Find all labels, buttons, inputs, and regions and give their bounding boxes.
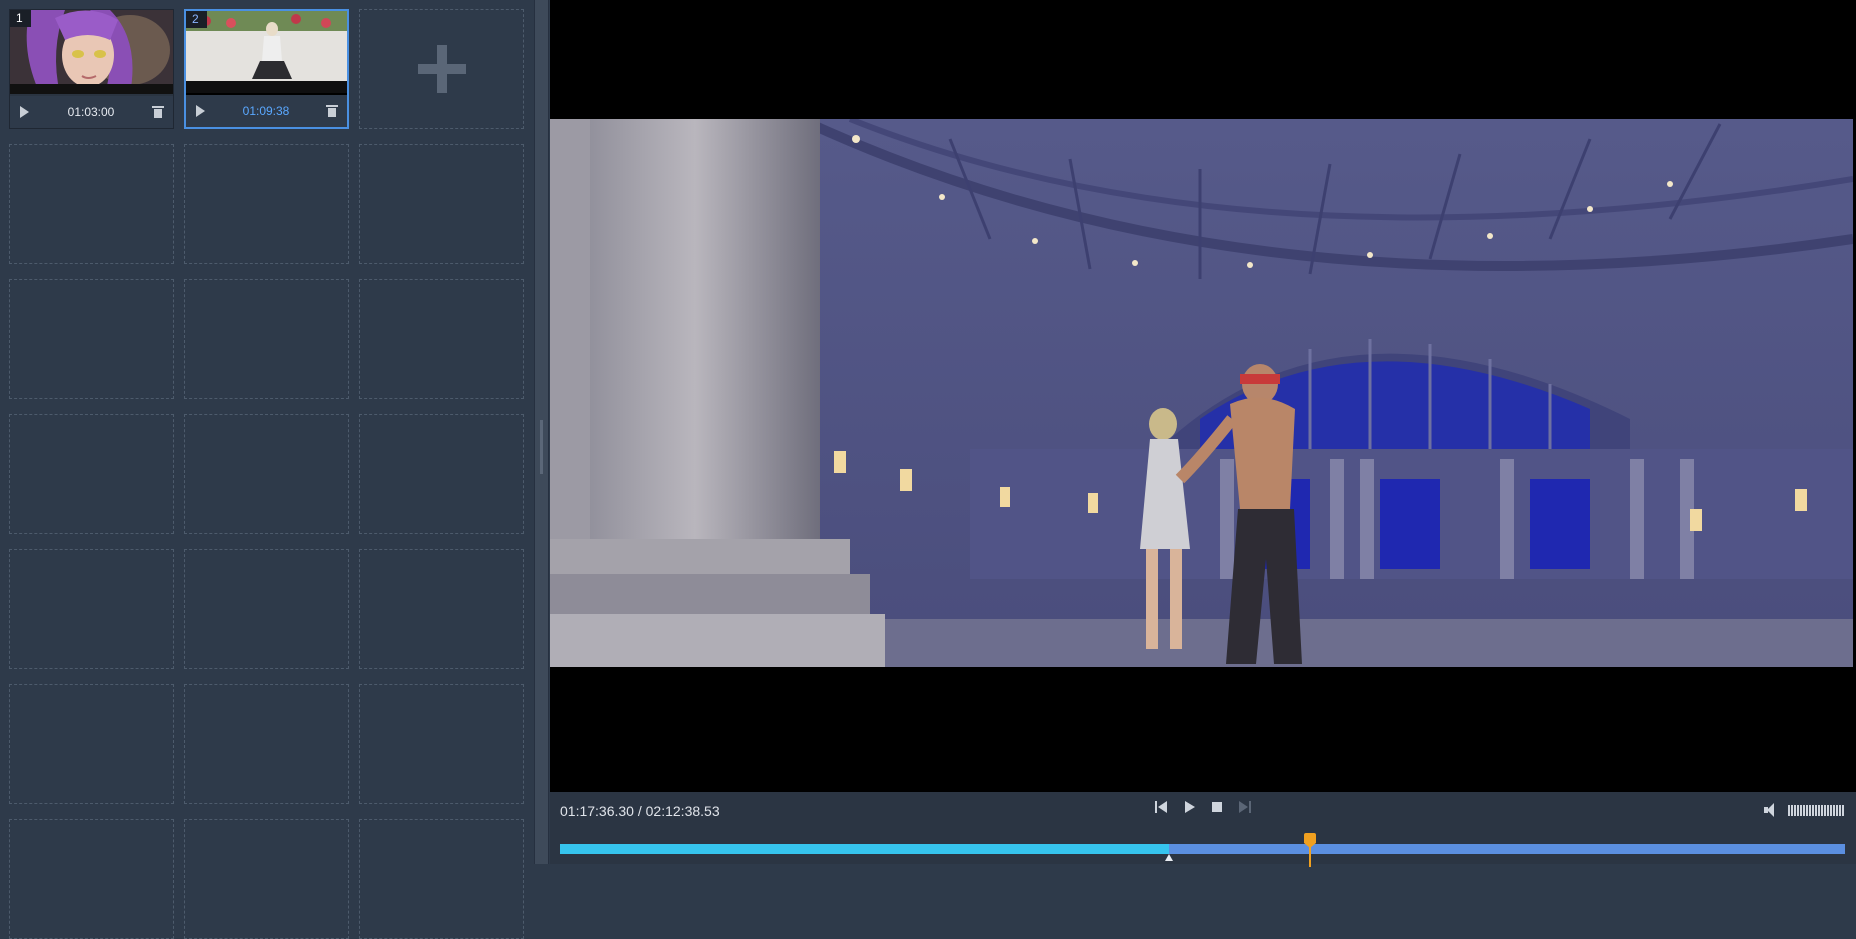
stop-icon[interactable] <box>1210 800 1224 814</box>
volume-slider[interactable] <box>1788 804 1844 816</box>
panel-splitter[interactable] <box>534 0 549 864</box>
marker-line <box>1309 843 1312 867</box>
empty-slot[interactable] <box>184 549 349 669</box>
video-frame-image <box>550 119 1853 667</box>
clip-card-2[interactable]: 2 01:09:38 <box>184 9 349 129</box>
empty-slot[interactable] <box>359 684 524 804</box>
time-separator: / <box>633 803 646 819</box>
total-time: 02:12:38.53 <box>645 803 720 819</box>
clip-1-thumbnail-image <box>10 10 173 94</box>
play-icon[interactable] <box>196 105 205 117</box>
player-controls: 01:17:36.30 / 02:12:38.53 <box>550 792 1856 867</box>
clip-number-1: 1 <box>10 10 31 27</box>
clip-duration-2: 01:09:38 <box>242 104 290 118</box>
clip-2-thumbnail-image <box>186 11 347 93</box>
current-time: 01:17:36.30 <box>560 803 634 819</box>
clip-grid: 1 01:03:00 2 01:09:38 <box>9 9 524 939</box>
empty-slot[interactable] <box>9 144 174 264</box>
splitter-grip[interactable] <box>540 420 543 474</box>
marker-handle[interactable] <box>1304 833 1317 848</box>
speaker-icon[interactable] <box>1764 803 1780 817</box>
empty-slot[interactable] <box>359 144 524 264</box>
clip-duration-1: 01:03:00 <box>67 105 115 119</box>
empty-slot[interactable] <box>359 819 524 939</box>
play-icon[interactable] <box>1182 800 1196 814</box>
transport-controls <box>1154 800 1252 814</box>
skip-back-icon[interactable] <box>1154 800 1168 814</box>
volume-control[interactable] <box>1764 803 1844 817</box>
video-preview[interactable] <box>550 0 1856 792</box>
clip-card-1[interactable]: 1 01:03:00 <box>9 9 174 129</box>
skip-forward-icon <box>1238 800 1252 814</box>
clip-thumbnail-1[interactable] <box>10 10 173 94</box>
empty-slot[interactable] <box>9 684 174 804</box>
timeline[interactable] <box>560 833 1845 867</box>
empty-slot[interactable] <box>184 279 349 399</box>
empty-slot[interactable] <box>9 414 174 534</box>
clip-controls-1: 01:03:00 <box>10 96 173 128</box>
empty-slot[interactable] <box>184 684 349 804</box>
empty-slot[interactable] <box>359 279 524 399</box>
empty-slot[interactable] <box>9 279 174 399</box>
clip-thumbnail-2[interactable] <box>186 11 347 95</box>
video-frame <box>550 119 1853 667</box>
clip-controls-2: 01:09:38 <box>186 95 347 127</box>
clip-panel: 1 01:03:00 2 01:09:38 <box>0 0 534 939</box>
timeline-played <box>560 844 1170 854</box>
empty-slot[interactable] <box>9 549 174 669</box>
trash-icon[interactable] <box>326 105 338 117</box>
empty-slot[interactable] <box>184 144 349 264</box>
clip-number-2: 2 <box>186 11 207 28</box>
empty-slot[interactable] <box>359 414 524 534</box>
add-clip-slot[interactable] <box>359 9 524 129</box>
empty-slot[interactable] <box>184 819 349 939</box>
empty-slot[interactable] <box>184 414 349 534</box>
timecode-display: 01:17:36.30 / 02:12:38.53 <box>560 803 720 819</box>
empty-slot[interactable] <box>359 549 524 669</box>
timeline-track[interactable] <box>560 844 1845 854</box>
play-icon[interactable] <box>20 106 29 118</box>
empty-slot[interactable] <box>9 819 174 939</box>
trash-icon[interactable] <box>152 106 164 118</box>
plus-icon[interactable] <box>417 45 466 93</box>
